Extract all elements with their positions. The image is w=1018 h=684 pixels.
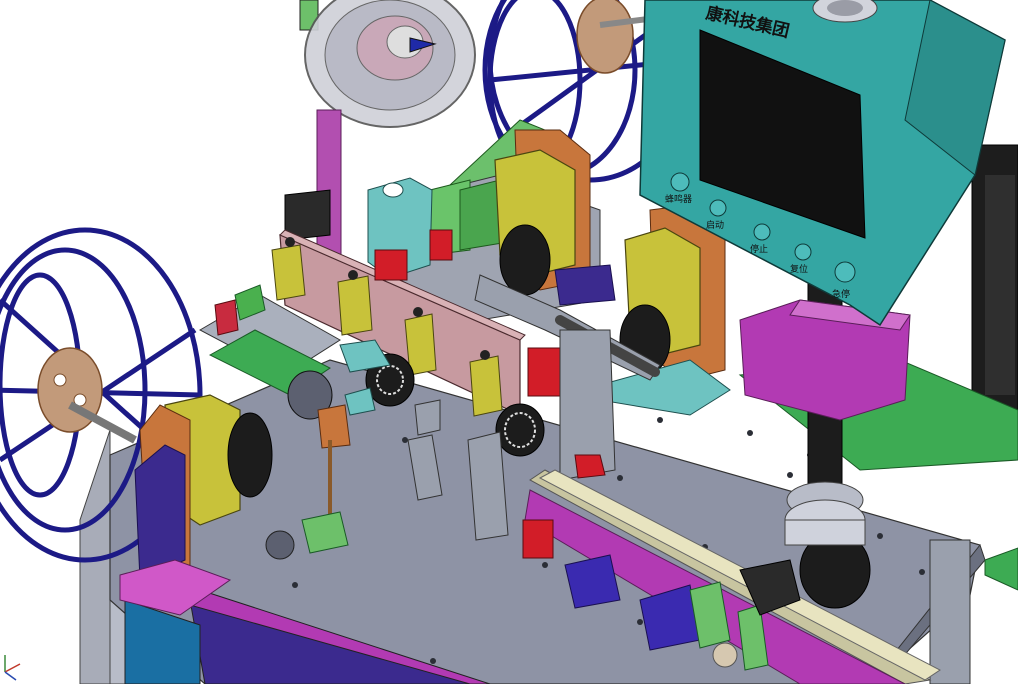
start-button[interactable] [709, 199, 727, 217]
reset-label: 复位 [790, 263, 808, 275]
buzzer-button[interactable] [670, 172, 690, 192]
right-motor [599, 204, 731, 416]
emergency-stop-label: 急停 [832, 288, 850, 300]
reset-button[interactable] [794, 243, 812, 261]
axis-triad-icon [4, 655, 21, 681]
machine-assembly-view: 康科技集团 蜂鸣器 启动 停止 复位 急停 [0, 0, 1018, 684]
buzzer-label: 蜂鸣器 [665, 193, 692, 205]
emergency-stop-button[interactable] [834, 261, 856, 283]
start-label: 启动 [706, 219, 724, 231]
stop-button[interactable] [753, 223, 771, 241]
stop-label: 停止 [750, 243, 768, 255]
